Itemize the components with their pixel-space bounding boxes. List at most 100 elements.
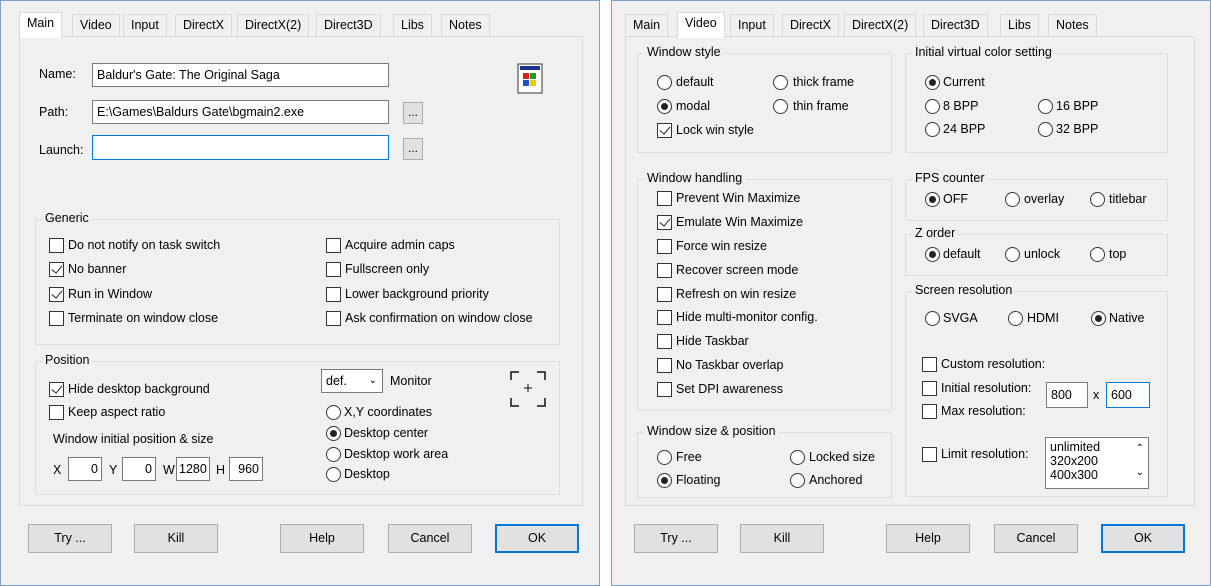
prevent-maximize-checkbox[interactable] xyxy=(657,191,672,206)
hdmi-label: HDMI xyxy=(1027,311,1059,325)
terminate-on-close-checkbox[interactable] xyxy=(49,311,64,326)
browse-launch-button[interactable]: ... xyxy=(403,138,423,160)
tab-libs[interactable]: Libs xyxy=(1000,14,1039,37)
custom-resolution-checkbox[interactable] xyxy=(922,357,937,372)
name-field[interactable]: Baldur's Gate: The Original Saga xyxy=(92,63,389,87)
tab-notes[interactable]: Notes xyxy=(441,14,490,37)
help-button[interactable]: Help xyxy=(280,524,364,553)
tab-direct3d[interactable]: Direct3D xyxy=(316,14,381,37)
free-radio[interactable] xyxy=(657,450,672,465)
tab-directx2[interactable]: DirectX(2) xyxy=(237,14,310,37)
acquire-admin-checkbox[interactable] xyxy=(326,238,341,253)
tab-notes[interactable]: Notes xyxy=(1048,14,1097,37)
keep-aspect-checkbox[interactable] xyxy=(49,405,64,420)
bpp8-radio[interactable] xyxy=(925,99,940,114)
xy-coordinates-radio[interactable] xyxy=(326,405,341,420)
ok-button[interactable]: OK xyxy=(1101,524,1185,553)
list-item[interactable]: 320x200 xyxy=(1050,454,1144,468)
cancel-button[interactable]: Cancel xyxy=(994,524,1078,553)
desktop-work-area-radio[interactable] xyxy=(326,447,341,462)
no-banner-checkbox[interactable] xyxy=(49,262,64,277)
fps-titlebar-radio[interactable] xyxy=(1090,192,1105,207)
w-field[interactable]: 1280 xyxy=(176,457,210,481)
svga-radio[interactable] xyxy=(925,311,940,326)
thin-frame-radio[interactable] xyxy=(773,99,788,114)
monitor-preview-icon[interactable] xyxy=(509,370,547,408)
hdmi-radio[interactable] xyxy=(1008,311,1023,326)
try-button[interactable]: Try ... xyxy=(28,524,112,553)
fps-overlay-radio[interactable] xyxy=(1005,192,1020,207)
launch-field[interactable] xyxy=(92,135,389,160)
list-item[interactable]: unlimited xyxy=(1050,440,1144,454)
monitor-select[interactable]: def. ⌄ xyxy=(321,369,383,393)
help-button[interactable]: Help xyxy=(886,524,970,553)
tab-main[interactable]: Main xyxy=(625,14,669,37)
hide-taskbar-checkbox[interactable] xyxy=(657,334,672,349)
ask-confirmation-checkbox[interactable] xyxy=(326,311,341,326)
bpp32-radio[interactable] xyxy=(1038,122,1053,137)
scroll-up-icon[interactable]: ⌃ xyxy=(1136,442,1144,456)
initial-width-field[interactable]: 800 xyxy=(1046,382,1088,408)
tab-directx[interactable]: DirectX xyxy=(782,14,839,37)
y-field[interactable]: 0 xyxy=(122,457,156,481)
tab-directx2[interactable]: DirectX(2) xyxy=(844,14,917,37)
do-not-notify-checkbox[interactable] xyxy=(49,238,64,253)
lock-win-style-checkbox[interactable] xyxy=(657,123,672,138)
window-style-title: Window style xyxy=(644,45,724,59)
locked-size-radio[interactable] xyxy=(790,450,805,465)
thick-frame-radio[interactable] xyxy=(773,75,788,90)
ok-button[interactable]: OK xyxy=(495,524,579,553)
resolution-listbox[interactable]: unlimited 320x200 400x300 ⌃ ⌄ xyxy=(1045,437,1149,489)
fullscreen-only-checkbox[interactable] xyxy=(326,262,341,277)
style-default-radio[interactable] xyxy=(657,75,672,90)
limit-resolution-checkbox[interactable] xyxy=(922,447,937,462)
try-button[interactable]: Try ... xyxy=(634,524,718,553)
tab-video[interactable]: Video xyxy=(677,12,725,38)
bpp16-radio[interactable] xyxy=(1038,99,1053,114)
hide-multimonitor-checkbox[interactable] xyxy=(657,310,672,325)
max-resolution-checkbox[interactable] xyxy=(922,404,937,419)
floating-radio[interactable] xyxy=(657,473,672,488)
cancel-button[interactable]: Cancel xyxy=(388,524,472,553)
tab-video[interactable]: Video xyxy=(72,14,120,37)
tab-input[interactable]: Input xyxy=(123,14,167,37)
lower-priority-checkbox[interactable] xyxy=(326,287,341,302)
initial-resolution-checkbox[interactable] xyxy=(922,381,937,396)
z-default-radio[interactable] xyxy=(925,247,940,262)
style-default-label: default xyxy=(676,75,714,89)
bpp24-radio[interactable] xyxy=(925,122,940,137)
kill-button[interactable]: Kill xyxy=(134,524,218,553)
no-taskbar-overlap-checkbox[interactable] xyxy=(657,358,672,373)
h-field[interactable]: 960 xyxy=(229,457,263,481)
modal-radio[interactable] xyxy=(657,99,672,114)
hide-desktop-checkbox[interactable] xyxy=(49,382,64,397)
desktop-center-radio[interactable] xyxy=(326,426,341,441)
dpi-awareness-checkbox[interactable] xyxy=(657,382,672,397)
browse-path-button[interactable]: ... xyxy=(403,102,423,124)
tab-direct3d[interactable]: Direct3D xyxy=(923,14,988,37)
list-item[interactable]: 400x300 xyxy=(1050,468,1144,482)
path-field[interactable]: E:\Games\Baldurs Gate\bgmain2.exe xyxy=(92,100,389,124)
scroll-down-icon[interactable]: ⌄ xyxy=(1136,466,1144,480)
force-resize-checkbox[interactable] xyxy=(657,239,672,254)
refresh-resize-checkbox[interactable] xyxy=(657,287,672,302)
z-top-radio[interactable] xyxy=(1090,247,1105,262)
run-in-window-checkbox[interactable] xyxy=(49,287,64,302)
anchored-radio[interactable] xyxy=(790,473,805,488)
native-radio[interactable] xyxy=(1091,311,1106,326)
emulate-maximize-checkbox[interactable] xyxy=(657,215,672,230)
x-field[interactable]: 0 xyxy=(68,457,102,481)
fps-off-radio[interactable] xyxy=(925,192,940,207)
color-current-radio[interactable] xyxy=(925,75,940,90)
tab-input[interactable]: Input xyxy=(730,14,774,37)
tab-main[interactable]: Main xyxy=(19,12,63,38)
recover-screen-checkbox[interactable] xyxy=(657,263,672,278)
kill-button[interactable]: Kill xyxy=(740,524,824,553)
desktop-radio[interactable] xyxy=(326,467,341,482)
z-unlock-radio[interactable] xyxy=(1005,247,1020,262)
video-settings-dialog: Main Video Input DirectX DirectX(2) Dire… xyxy=(611,0,1211,586)
tab-libs[interactable]: Libs xyxy=(393,14,432,37)
tab-directx[interactable]: DirectX xyxy=(175,14,232,37)
no-banner-label: No banner xyxy=(68,262,127,276)
initial-height-field[interactable]: 600 xyxy=(1106,382,1150,408)
